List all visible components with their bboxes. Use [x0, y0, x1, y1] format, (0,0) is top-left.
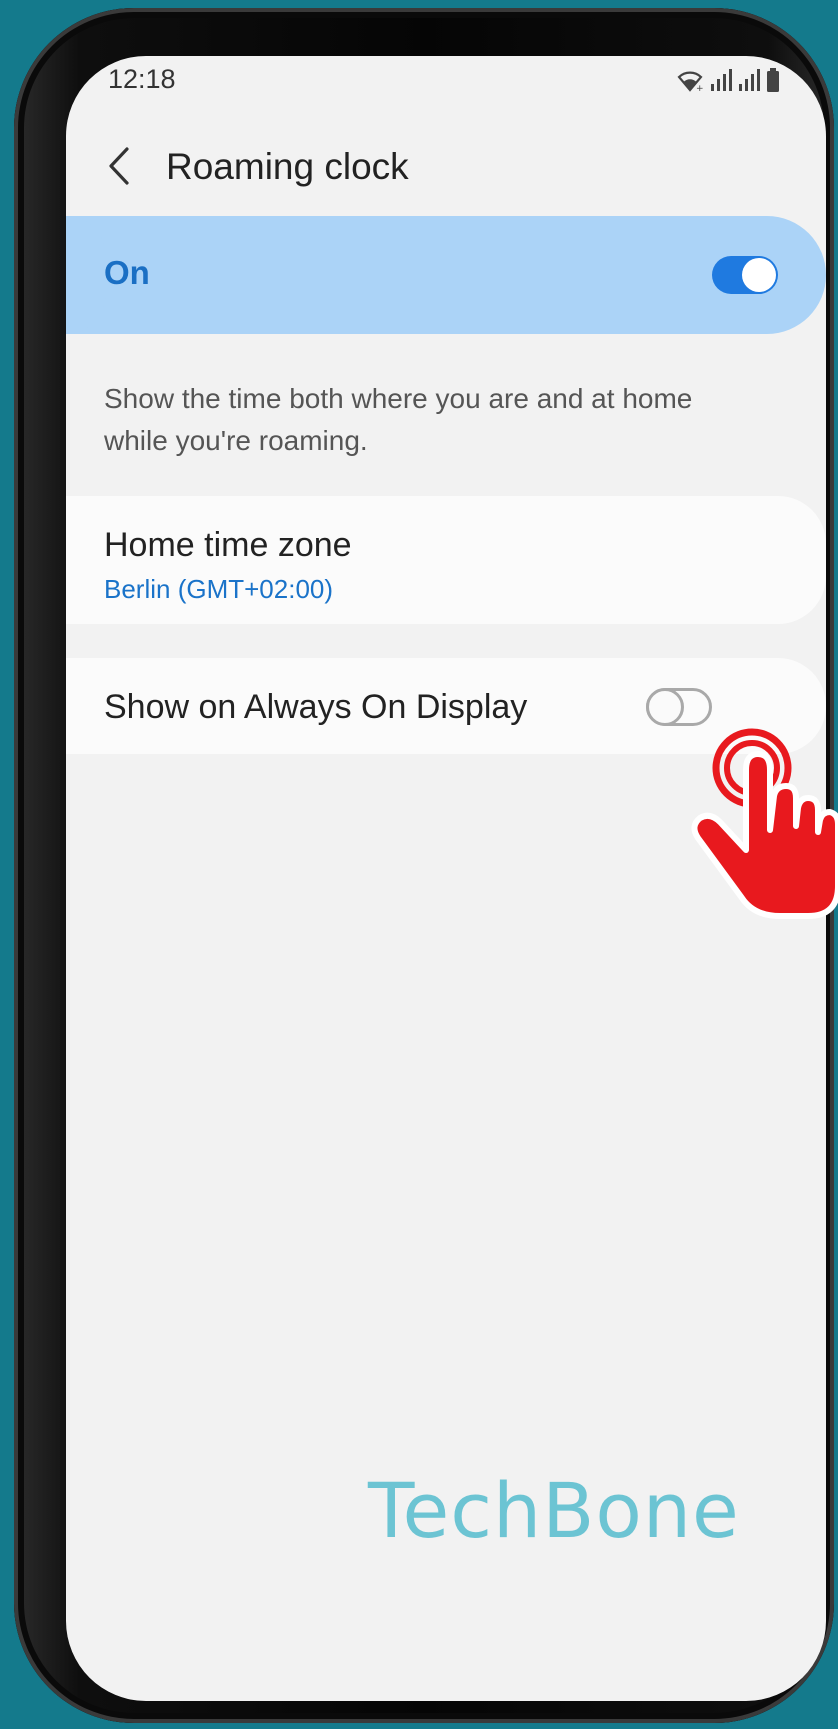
svg-text:+: +: [696, 84, 704, 92]
chevron-left-icon: [109, 147, 129, 185]
status-icons: +: [676, 66, 780, 92]
home-time-zone-title: Home time zone: [104, 526, 352, 564]
signal-icon: [739, 69, 760, 91]
wifi-icon: +: [677, 71, 704, 92]
signal-icon: [711, 69, 732, 91]
master-switch-toggle[interactable]: [712, 256, 778, 294]
techbone-watermark: TechBone: [368, 1466, 740, 1555]
feature-description: Show the time both where you are and at …: [104, 383, 693, 456]
toggle-knob: [646, 688, 684, 726]
master-switch-bar[interactable]: On: [66, 216, 826, 334]
app-header: Roaming clock: [66, 126, 826, 206]
master-switch-label: On: [104, 254, 150, 291]
page-title: Roaming clock: [166, 146, 409, 187]
tap-hand-icon: [691, 728, 838, 919]
always-on-display-title: Show on Always On Display: [104, 688, 528, 726]
home-time-zone-item[interactable]: Home time zone Berlin (GMT+02:00): [66, 496, 826, 624]
battery-icon: [767, 68, 779, 92]
home-time-zone-value: Berlin (GMT+02:00): [104, 574, 334, 604]
status-bar: 12:18 +: [66, 56, 826, 112]
back-button[interactable]: [96, 144, 140, 188]
toggle-knob: [742, 258, 776, 292]
status-time: 12:18: [108, 64, 176, 94]
